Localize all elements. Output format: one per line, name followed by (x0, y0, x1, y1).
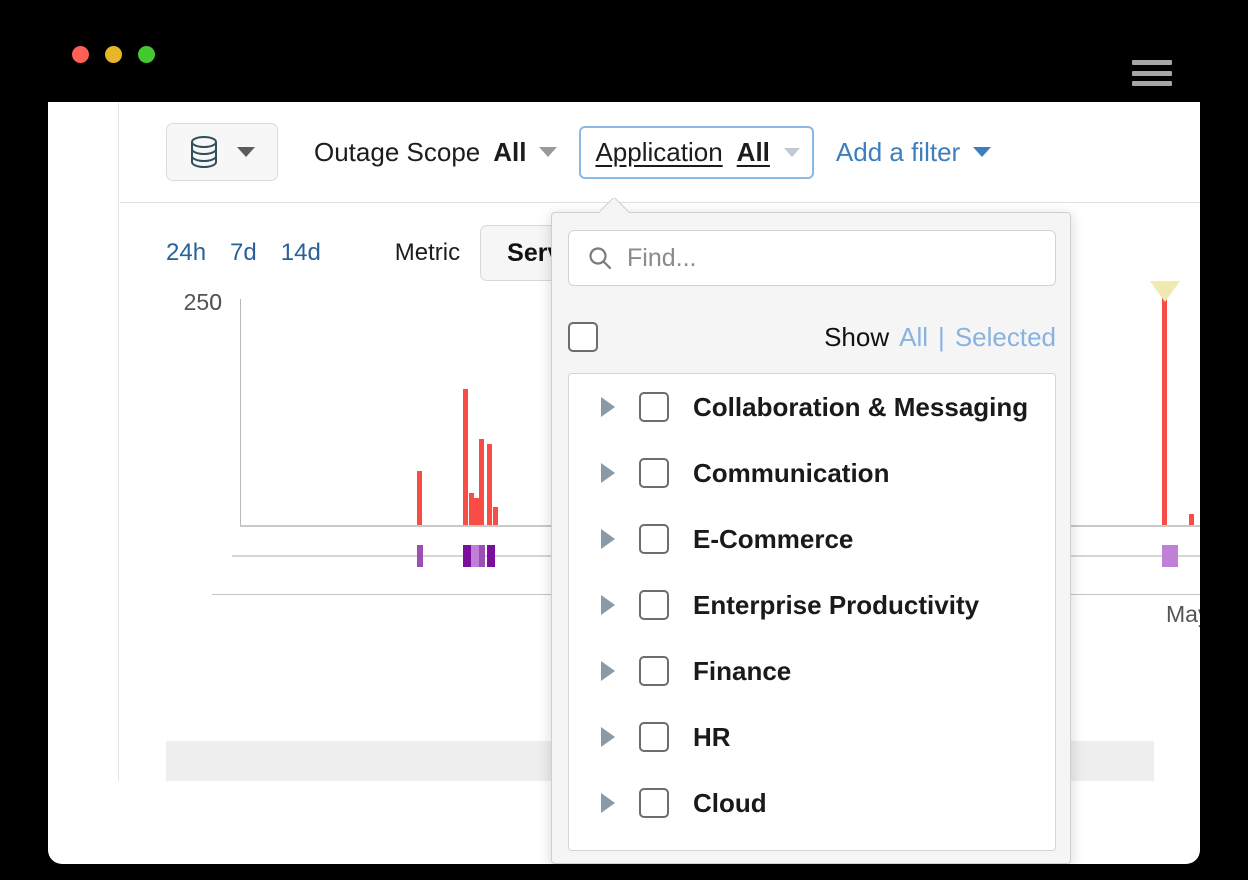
list-item-checkbox[interactable] (639, 722, 669, 752)
find-search-box[interactable] (568, 230, 1056, 286)
title-bar (48, 16, 1200, 102)
list-item-label: Collaboration & Messaging (693, 392, 1028, 423)
minimize-button[interactable] (105, 46, 122, 63)
page-body: Outage Scope All Application All Add a f… (48, 102, 1200, 864)
select-all-checkbox[interactable] (568, 322, 598, 352)
hamburger-line (1132, 60, 1172, 65)
list-item[interactable]: E-Commerce (569, 506, 1055, 572)
event-marker (471, 545, 479, 567)
filter-application[interactable]: Application All (579, 126, 813, 179)
list-item[interactable]: Collaboration & Messaging (569, 374, 1055, 440)
event-marker (479, 545, 485, 567)
filter-label: Outage Scope (314, 137, 480, 168)
expand-triangle-icon[interactable] (601, 793, 615, 813)
chevron-down-icon (784, 148, 800, 157)
list-item-checkbox[interactable] (639, 458, 669, 488)
list-item-label: Enterprise Productivity (693, 590, 979, 621)
show-all-link[interactable]: All (899, 322, 928, 353)
filter-value: All (737, 137, 770, 168)
show-row: Show All | Selected (568, 309, 1056, 365)
filter-label: Application (595, 137, 722, 168)
list-item-checkbox[interactable] (639, 590, 669, 620)
filter-outage-scope[interactable]: Outage Scope All (314, 137, 557, 168)
list-item[interactable]: Finance (569, 638, 1055, 704)
data-source-button[interactable] (166, 123, 278, 181)
chevron-down-icon (539, 147, 557, 157)
search-input[interactable] (627, 244, 1007, 273)
metric-label: Metric (395, 239, 460, 267)
expand-triangle-icon[interactable] (601, 529, 615, 549)
traffic-lights (72, 46, 155, 63)
list-item-checkbox[interactable] (639, 392, 669, 422)
hamburger-line (1132, 71, 1172, 76)
filter-value: All (493, 137, 526, 168)
chevron-down-icon (237, 147, 255, 157)
range-7d[interactable]: 7d (230, 239, 257, 267)
list-item-label: E-Commerce (693, 524, 853, 555)
x-tick-may29-top: May 29 (1166, 601, 1200, 628)
event-marker (417, 545, 423, 567)
list-item[interactable]: HR (569, 704, 1055, 770)
close-button[interactable] (72, 46, 89, 63)
expand-triangle-icon[interactable] (601, 661, 615, 681)
filter-toolbar: Outage Scope All Application All Add a f… (120, 102, 1200, 203)
popover-arrow (600, 198, 630, 213)
show-label: Show (824, 322, 889, 353)
expand-triangle-icon[interactable] (601, 727, 615, 747)
list-item-checkbox[interactable] (639, 656, 669, 686)
app-window: Outage Scope All Application All Add a f… (48, 16, 1200, 864)
list-item[interactable]: Cloud (569, 770, 1055, 836)
left-rail (48, 102, 119, 781)
chevron-down-icon (973, 147, 991, 157)
list-item-label: Finance (693, 656, 791, 687)
show-selected-link[interactable]: Selected (955, 322, 1056, 353)
expand-triangle-icon[interactable] (601, 595, 615, 615)
expand-triangle-icon[interactable] (601, 397, 615, 417)
list-item-checkbox[interactable] (639, 524, 669, 554)
list-item[interactable]: Enterprise Productivity (569, 572, 1055, 638)
hamburger-menu-icon[interactable] (1132, 60, 1172, 86)
search-icon (587, 245, 613, 271)
spike-flag-marker[interactable] (1150, 281, 1180, 302)
event-marker (487, 545, 495, 567)
list-item-label: Cloud (693, 788, 767, 819)
list-item-label: HR (693, 722, 731, 753)
show-separator: | (938, 322, 945, 353)
maximize-button[interactable] (138, 46, 155, 63)
event-marker (1162, 545, 1178, 567)
expand-triangle-icon[interactable] (601, 463, 615, 483)
add-filter-button[interactable]: Add a filter (836, 137, 991, 168)
range-14d[interactable]: 14d (281, 239, 321, 267)
range-24h[interactable]: 24h (166, 239, 206, 267)
add-filter-label: Add a filter (836, 137, 960, 168)
database-icon (189, 136, 219, 168)
application-filter-popover: Show All | Selected Collaboration & Mess… (551, 212, 1071, 864)
list-item-checkbox[interactable] (639, 788, 669, 818)
application-list: Collaboration & Messaging Communication E-… (568, 373, 1056, 851)
list-item-label: Communication (693, 458, 889, 489)
hamburger-line (1132, 81, 1172, 86)
list-item[interactable]: Communication (569, 440, 1055, 506)
